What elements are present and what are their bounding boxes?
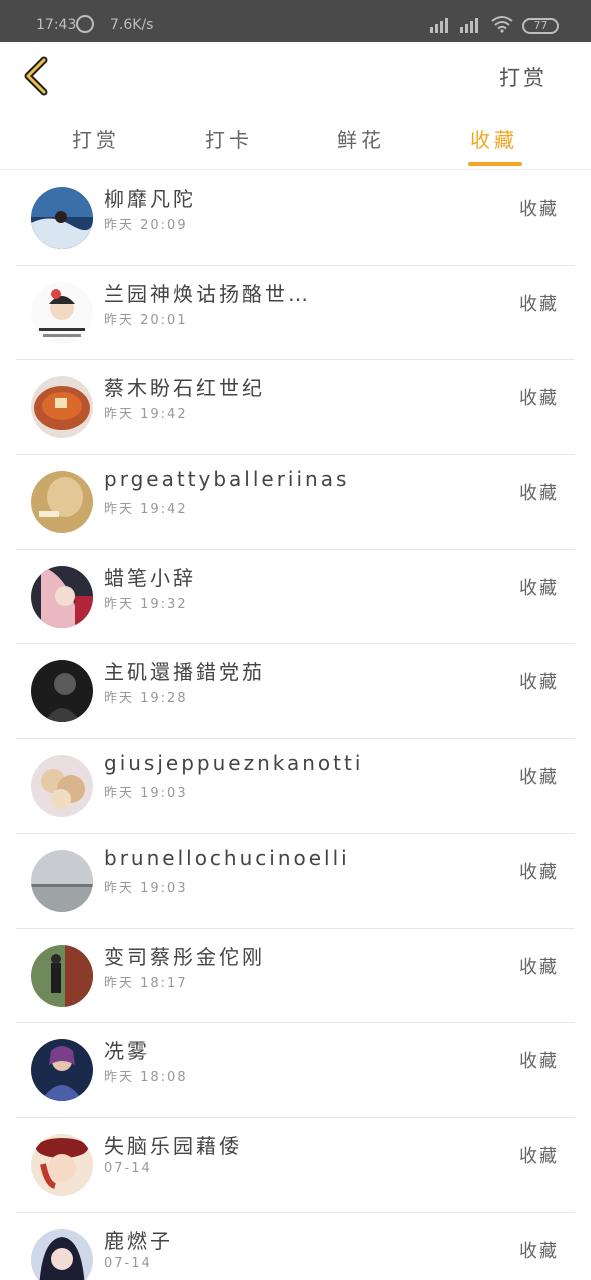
item-time: 07-14 xyxy=(104,1160,152,1176)
item-time: 昨天 18:17 xyxy=(104,975,188,991)
list-item[interactable]: 变司蔡彤金佗刚 昨天 18:17 收藏 xyxy=(16,929,575,1024)
tab-checkin[interactable]: 打卡 xyxy=(205,124,253,153)
list-item[interactable]: 主矶還播錯党茄 昨天 19:28 收藏 xyxy=(16,644,575,740)
list-item[interactable]: 柳靡凡陀 昨天 20:09 收藏 xyxy=(16,171,575,266)
user-name: brunellochucinoelli xyxy=(104,845,350,870)
avatar[interactable] xyxy=(31,376,93,439)
list-item[interactable]: 蜡笔小辞 昨天 19:32 收藏 xyxy=(16,550,575,645)
avatar[interactable] xyxy=(31,565,93,628)
user-name: 柳靡凡陀 xyxy=(104,187,196,211)
item-time: 昨天 19:03 xyxy=(104,786,188,802)
tab-reward[interactable]: 打赏 xyxy=(72,124,120,153)
alarm-clock-icon xyxy=(76,15,94,33)
item-type: 收藏 xyxy=(519,293,559,315)
chevron-left-icon[interactable] xyxy=(20,56,54,96)
signal-hd-icon xyxy=(460,17,478,33)
network-speed: 7.6K/s xyxy=(110,17,154,33)
item-type: 收藏 xyxy=(519,672,559,694)
tab-favorites[interactable]: 收藏 xyxy=(470,124,518,153)
list-item[interactable]: giusjeppueznkanotti 昨天 19:03 收藏 xyxy=(16,739,575,834)
item-type: 收藏 xyxy=(519,577,559,599)
avatar[interactable] xyxy=(31,944,93,1007)
item-time: 昨天 19:32 xyxy=(104,596,188,612)
avatar[interactable] xyxy=(31,1039,93,1102)
user-name: 失脑乐园藉倭 xyxy=(104,1133,242,1158)
tab-flowers[interactable]: 鲜花 xyxy=(337,124,385,153)
user-name: 蔡木盼石红世纪 xyxy=(104,376,265,401)
item-type: 收藏 xyxy=(519,1051,559,1073)
item-type: 收藏 xyxy=(519,767,559,789)
list-item[interactable]: 蔡木盼石红世纪 昨天 19:42 收藏 xyxy=(16,360,575,456)
item-type: 收藏 xyxy=(519,388,559,410)
item-type: 收藏 xyxy=(519,861,559,883)
signal-icon xyxy=(430,17,448,33)
list-item[interactable]: prgeattyballeriinas 昨天 19:42 收藏 xyxy=(16,455,575,550)
user-name: giusjeppueznkanotti xyxy=(104,751,364,776)
item-type: 收藏 xyxy=(519,199,559,220)
item-time: 昨天 18:08 xyxy=(104,1070,188,1086)
item-time: 07-14 xyxy=(104,1255,152,1271)
reward-button[interactable]: 打赏 xyxy=(499,62,547,92)
item-type: 收藏 xyxy=(519,483,559,505)
user-name: prgeattyballeriinas xyxy=(104,467,350,492)
wifi-icon xyxy=(491,16,513,33)
item-time: 昨天 20:09 xyxy=(104,218,188,233)
item-type: 收藏 xyxy=(519,1240,559,1262)
list-item[interactable]: 失脑乐园藉倭 07-14 收藏 xyxy=(16,1118,575,1213)
list-item[interactable]: 鹿燃子 07-14 收藏 xyxy=(16,1213,575,1280)
user-name: 兰园神焕诂扬酪世… xyxy=(104,281,311,306)
user-name: 蜡笔小辞 xyxy=(104,565,196,590)
item-time: 昨天 19:03 xyxy=(104,880,188,896)
avatar[interactable] xyxy=(31,849,93,912)
user-name: 鹿燃子 xyxy=(104,1228,173,1253)
list-item[interactable]: 冼雾 昨天 18:08 收藏 xyxy=(16,1023,575,1118)
list-item[interactable]: brunellochucinoelli 昨天 19:03 收藏 xyxy=(16,834,575,929)
battery-indicator: 77 xyxy=(522,18,559,34)
avatar[interactable] xyxy=(31,660,93,723)
nav-bar: 打赏 xyxy=(0,42,591,110)
item-time: 昨天 19:28 xyxy=(104,691,188,707)
item-time: 昨天 20:01 xyxy=(104,312,188,328)
avatar[interactable] xyxy=(31,1133,93,1196)
list-item[interactable]: 兰园神焕诂扬酪世… 昨天 20:01 收藏 xyxy=(16,266,575,361)
status-time: 17:43 xyxy=(36,17,77,33)
avatar[interactable] xyxy=(31,471,93,534)
avatar[interactable] xyxy=(31,755,93,818)
item-type: 收藏 xyxy=(519,1145,559,1167)
avatar[interactable] xyxy=(31,187,93,249)
tab-bar: 打赏 打卡 鲜花 收藏 xyxy=(0,110,591,170)
user-name: 冼雾 xyxy=(104,1039,150,1064)
item-time: 昨天 19:42 xyxy=(104,407,188,423)
item-type: 收藏 xyxy=(519,956,559,978)
user-name: 主矶還播錯党茄 xyxy=(104,660,265,685)
item-time: 昨天 19:42 xyxy=(104,502,188,518)
active-tab-indicator xyxy=(468,162,522,166)
user-name: 变司蔡彤金佗刚 xyxy=(104,944,265,969)
status-bar: 17:43 7.6K/s 77 xyxy=(0,0,591,42)
favorites-list: 柳靡凡陀 昨天 20:09 收藏 兰园神焕诂扬酪世… 昨天 20:01 收藏 蔡… xyxy=(0,171,591,1280)
avatar[interactable] xyxy=(31,281,93,344)
avatar[interactable] xyxy=(31,1228,93,1280)
